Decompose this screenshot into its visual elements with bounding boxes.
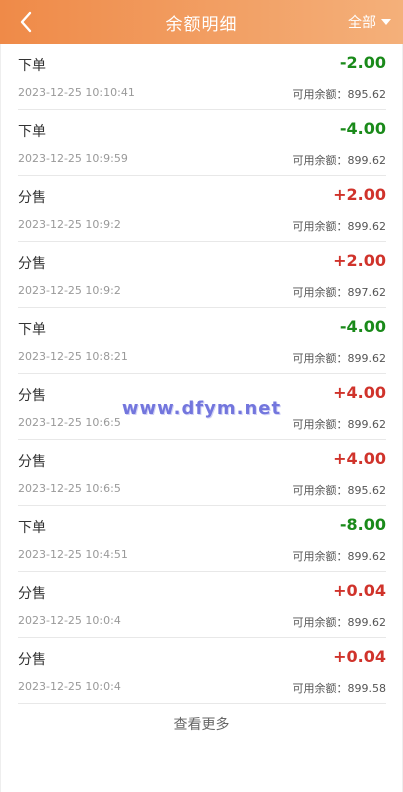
transaction-type: 分售 — [18, 256, 46, 272]
filter-dropdown[interactable]: 全部 — [348, 12, 391, 32]
transaction-amount: -4.00 — [339, 119, 386, 138]
balance-value: 899.58 — [347, 682, 387, 695]
balance-value: 899.62 — [347, 352, 387, 365]
balance-value: 899.62 — [347, 616, 387, 629]
transaction-row: 下单 -4.00 2023-12-25 10:9:59 可用余额：899.62 — [18, 110, 386, 176]
transaction-time: 2023-12-25 10:0:4 — [18, 680, 121, 693]
back-button[interactable] — [14, 9, 38, 35]
balance-value: 899.62 — [347, 550, 387, 563]
available-balance: 可用余额：899.62 — [293, 152, 387, 168]
balance-value: 899.62 — [347, 220, 387, 233]
available-balance: 可用余额：899.62 — [293, 614, 387, 630]
available-balance: 可用余额：899.62 — [293, 218, 387, 234]
available-balance: 可用余额：899.62 — [293, 548, 387, 564]
transaction-time: 2023-12-25 10:0:4 — [18, 614, 121, 627]
transaction-type: 下单 — [18, 124, 46, 140]
balance-label: 可用余额： — [292, 286, 348, 299]
transaction-type: 下单 — [18, 58, 46, 74]
transaction-row: 下单 -4.00 2023-12-25 10:8:21 可用余额：899.62 — [18, 308, 386, 374]
transaction-type: 分售 — [18, 190, 46, 206]
balance-label: 可用余额： — [292, 88, 348, 101]
transaction-amount: -2.00 — [339, 53, 386, 72]
balance-label: 可用余额： — [292, 682, 348, 695]
filter-label: 全部 — [348, 15, 376, 31]
transaction-row: 下单 -2.00 2023-12-25 10:10:41 可用余额：895.62 — [18, 44, 386, 110]
transaction-type: 下单 — [18, 322, 46, 338]
balance-value: 895.62 — [347, 88, 387, 101]
transaction-time: 2023-12-25 10:9:59 — [18, 152, 128, 165]
transaction-type: 分售 — [18, 586, 46, 602]
transaction-time: 2023-12-25 10:8:21 — [18, 350, 128, 363]
available-balance: 可用余额：899.62 — [293, 350, 387, 366]
transaction-amount: +2.00 — [333, 185, 386, 204]
available-balance: 可用余额：897.62 — [293, 284, 387, 300]
balance-label: 可用余额： — [292, 616, 348, 629]
balance-label: 可用余额： — [292, 352, 348, 365]
transaction-row: 分售 +4.00 2023-12-25 10:6:5 可用余额：895.62 — [18, 440, 386, 506]
transaction-time: 2023-12-25 10:4:51 — [18, 548, 128, 561]
transaction-row: 分售 +2.00 2023-12-25 10:9:2 可用余额：897.62 — [18, 242, 386, 308]
transaction-time: 2023-12-25 10:9:2 — [18, 218, 121, 231]
balance-value: 895.62 — [347, 484, 387, 497]
chevron-left-icon — [20, 11, 32, 33]
available-balance: 可用余额：899.58 — [293, 680, 387, 696]
transaction-amount: +4.00 — [333, 449, 386, 468]
transaction-amount: +0.04 — [333, 647, 386, 666]
transaction-row: 分售 +2.00 2023-12-25 10:9:2 可用余额：899.62 — [18, 176, 386, 242]
transaction-amount: +2.00 — [333, 251, 386, 270]
balance-value: 899.62 — [347, 418, 387, 431]
transaction-amount: +0.04 — [333, 581, 386, 600]
balance-label: 可用余额： — [292, 154, 348, 167]
transaction-type: 分售 — [18, 652, 46, 668]
available-balance: 可用余额：895.62 — [293, 482, 387, 498]
balance-value: 899.62 — [347, 154, 387, 167]
transaction-list: 下单 -2.00 2023-12-25 10:10:41 可用余额：895.62 下单 -… — [0, 44, 403, 704]
transaction-time: 2023-12-25 10:10:41 — [18, 86, 135, 99]
transaction-time: 2023-12-25 10:9:2 — [18, 284, 121, 297]
transaction-type: 分售 — [18, 454, 46, 470]
balance-value: 897.62 — [347, 286, 387, 299]
balance-label: 可用余额： — [292, 550, 348, 563]
balance-label: 可用余额： — [292, 484, 348, 497]
load-more-button[interactable]: 查看更多 — [0, 714, 403, 734]
transaction-type: 下单 — [18, 520, 46, 536]
balance-label: 可用余额： — [292, 418, 348, 431]
transaction-row: 分售 +0.04 2023-12-25 10:0:4 可用余额：899.62 — [18, 572, 386, 638]
transaction-row: 分售 +0.04 2023-12-25 10:0:4 可用余额：899.58 — [18, 638, 386, 704]
balance-label: 可用余额： — [292, 220, 348, 233]
caret-down-icon — [381, 19, 391, 25]
header-bar: 余额明细 全部 — [0, 0, 403, 44]
transaction-amount: -4.00 — [339, 317, 386, 336]
transaction-row: 下单 -8.00 2023-12-25 10:4:51 可用余额：899.62 — [18, 506, 386, 572]
transaction-amount: -8.00 — [339, 515, 386, 534]
page-title: 余额明细 — [165, 14, 238, 35]
transaction-time: 2023-12-25 10:6:5 — [18, 482, 121, 495]
available-balance: 可用余额：895.62 — [293, 86, 387, 102]
watermark: www.dfym.net — [121, 398, 282, 419]
